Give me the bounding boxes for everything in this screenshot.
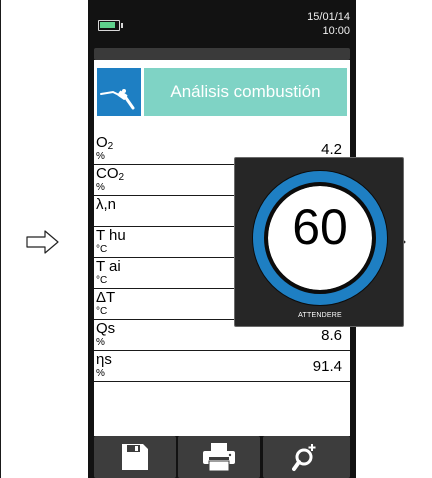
- probe-icon: [97, 68, 141, 116]
- measurement-unit: %: [96, 337, 105, 348]
- measurement-unit: %: [96, 151, 105, 162]
- measurement-label-subscript: 2: [118, 172, 125, 183]
- wait-label: ATTENDERE: [298, 312, 342, 319]
- measurement-value: 8.6: [321, 327, 342, 344]
- measurement-unit: °C: [96, 306, 108, 317]
- measurement-label: T hu: [96, 227, 126, 244]
- measurement-label: ΔT: [96, 289, 115, 306]
- measurement-label: λ,n: [96, 196, 116, 213]
- left-divider-line: [0, 0, 1, 478]
- measurement-label: CO2: [96, 165, 124, 183]
- measurement-label-text: T hu: [96, 227, 126, 244]
- status-time: 10:00: [322, 25, 350, 37]
- bottom-toolbar: [88, 436, 356, 478]
- save-button[interactable]: [94, 436, 176, 478]
- analysis-header: Análisis combustión: [97, 68, 347, 116]
- analysis-title-box: Análisis combustión: [144, 68, 347, 116]
- measurement-label-text: O: [96, 134, 108, 151]
- measurement-row: ηs% 91.4: [94, 351, 350, 382]
- measurement-label-text: T ai: [96, 258, 121, 275]
- measurement-label-text: Qs: [96, 320, 116, 337]
- measurement-unit: °C: [96, 275, 108, 286]
- zoom-icon: [292, 444, 316, 471]
- measurement-label-subscript: 2: [107, 141, 114, 152]
- status-date: 15/01/14: [307, 11, 350, 23]
- measurement-label-text: ηs: [96, 351, 112, 368]
- measurement-label-text: CO: [96, 165, 119, 182]
- measurement-label: T ai: [96, 258, 121, 275]
- save-icon: [122, 444, 148, 470]
- print-icon: [203, 443, 235, 472]
- measurement-unit: %: [96, 182, 105, 193]
- countdown-value: 60: [292, 199, 348, 255]
- measurement-label: ηs: [96, 351, 112, 368]
- battery-level: [100, 22, 115, 28]
- measurement-unit: °C: [96, 244, 108, 255]
- right-arrow-icon: [26, 230, 59, 254]
- page-title: Análisis combustión: [170, 82, 321, 101]
- measurement-unit: %: [96, 368, 105, 379]
- zoom-button[interactable]: [263, 436, 350, 478]
- wait-dialog: 60 ATTENDERE: [234, 157, 404, 327]
- measurement-label: Qs: [96, 320, 115, 337]
- measurement-label-text: λ,n: [96, 196, 117, 213]
- measurement-value: 91.4: [312, 358, 342, 375]
- print-button[interactable]: [178, 436, 260, 478]
- measurement-value: 4.2: [321, 141, 342, 158]
- status-bar: 15/01/14 10:00: [88, 0, 356, 44]
- title-strip: [94, 48, 350, 60]
- measurement-label-text: ΔT: [96, 289, 116, 306]
- measurement-label: O2: [96, 134, 113, 152]
- battery-icon: [98, 20, 123, 31]
